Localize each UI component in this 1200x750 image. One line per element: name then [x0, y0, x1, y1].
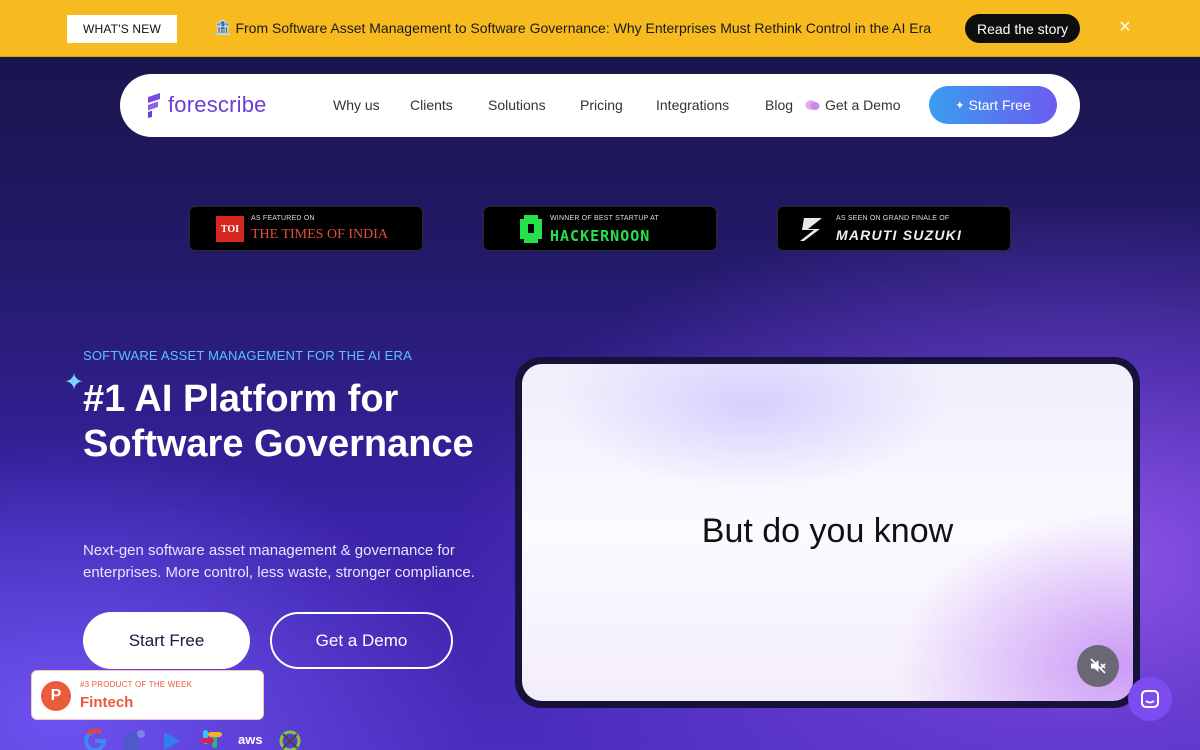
suzuki-logo-icon	[800, 218, 822, 241]
nav-item-clients[interactable]: Clients	[410, 97, 453, 113]
speaker-muted-icon	[1090, 658, 1106, 674]
announcement-headline[interactable]: 🏦 From Software Asset Management to Soft…	[214, 19, 931, 36]
sparkle-decor-icon: ✦	[64, 369, 85, 396]
chat-bubble-icon	[805, 99, 820, 110]
press-maruti-caption: AS SEEN ON GRAND FINALE OF	[836, 215, 950, 222]
product-hunt-icon: P	[41, 681, 71, 711]
chat-launcher-button[interactable]	[1128, 677, 1172, 721]
brand-logo[interactable]: forescribe	[146, 91, 267, 119]
integration-logos: aws	[82, 728, 303, 750]
whats-new-badge: WHAT'S NEW	[67, 15, 177, 43]
nav-item-pricing[interactable]: Pricing	[580, 97, 623, 113]
press-toi-name: THE TIMES OF INDIA	[251, 227, 389, 242]
nav-get-demo[interactable]: Get a Demo	[805, 97, 900, 113]
aws-icon: aws	[238, 731, 263, 747]
close-icon[interactable]: ×	[1116, 17, 1134, 37]
nav-item-integrations[interactable]: Integrations	[656, 97, 729, 113]
bank-icon: 🏦	[214, 19, 232, 35]
nav-start-free-button[interactable]: ✦ Start Free	[929, 86, 1057, 124]
start-free-label: Start Free	[968, 97, 1031, 113]
get-demo-label: Get a Demo	[825, 97, 901, 113]
chat-icon	[1141, 690, 1159, 708]
mute-button[interactable]	[1077, 645, 1119, 687]
hackernoon-logo-icon	[520, 215, 542, 243]
product-hunt-category: Fintech	[80, 694, 134, 711]
press-maruti-name: MARUTI SUZUKI	[836, 227, 963, 243]
press-badge-toi: TOI AS FEATURED ON THE TIMES OF INDIA	[189, 206, 423, 251]
product-hunt-rank: #3 PRODUCT OF THE WEEK	[80, 680, 193, 689]
video-caption: But do you know	[701, 512, 954, 550]
hero-start-free-button[interactable]: Start Free	[83, 612, 250, 669]
openai-icon	[279, 730, 301, 750]
brand-name: forescribe	[168, 92, 267, 117]
press-hackernoon-name: HACKERNOON	[550, 227, 651, 245]
main-navbar: forescribe Why us Clients Solutions Pric…	[120, 74, 1080, 137]
sparkle-icon: ✦	[955, 99, 965, 112]
slack-icon	[200, 730, 222, 748]
hero-get-demo-button[interactable]: Get a Demo	[270, 612, 453, 669]
teams-icon	[124, 730, 145, 750]
announcement-text[interactable]: From Software Asset Management to Softwa…	[235, 20, 931, 36]
hero-video[interactable]: But do you know	[522, 364, 1133, 701]
read-story-button[interactable]: Read the story	[965, 14, 1080, 43]
press-badge-hackernoon: WINNER OF BEST STARTUP AT HACKERNOON	[483, 206, 717, 251]
press-toi-caption: AS FEATURED ON	[251, 215, 315, 222]
nav-item-why-us[interactable]: Why us	[333, 97, 380, 113]
product-hunt-badge[interactable]: P #3 PRODUCT OF THE WEEK Fintech	[31, 670, 264, 720]
nav-item-blog[interactable]: Blog	[765, 97, 793, 113]
toi-logo-icon: TOI	[216, 216, 244, 242]
hero-subtitle: Next-gen software asset management & gov…	[83, 542, 475, 581]
hero-title: #1 AI Platform for Software Governance	[83, 378, 474, 465]
press-hackernoon-caption: WINNER OF BEST STARTUP AT	[550, 215, 659, 222]
nav-item-solutions[interactable]: Solutions	[488, 97, 546, 113]
hero-eyebrow: SOFTWARE ASSET MANAGEMENT FOR THE AI ERA	[83, 348, 412, 363]
google-icon	[84, 728, 107, 750]
press-badge-maruti: AS SEEN ON GRAND FINALE OF MARUTI SUZUKI	[777, 206, 1011, 251]
announcement-bar: WHAT'S NEW 🏦 From Software Asset Managem…	[0, 0, 1200, 57]
power-automate-icon	[164, 732, 180, 750]
forescribe-logo-icon	[148, 93, 160, 118]
